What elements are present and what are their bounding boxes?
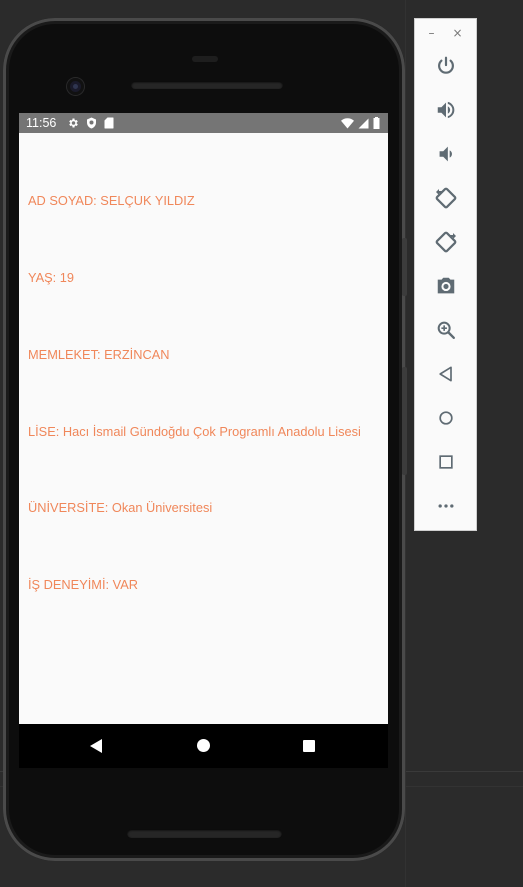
power-side-button[interactable] bbox=[402, 238, 407, 296]
sd-card-icon bbox=[104, 117, 114, 129]
bottom-speaker bbox=[127, 829, 282, 838]
work-experience-text: İŞ DENEYİMİ: VAR bbox=[28, 577, 138, 592]
earpiece bbox=[192, 56, 218, 62]
status-time: 11:56 bbox=[26, 116, 57, 130]
home-button[interactable] bbox=[415, 403, 476, 433]
top-speaker bbox=[131, 81, 283, 89]
hometown-text: MEMLEKET: ERZİNCAN bbox=[28, 347, 170, 362]
age-text: YAŞ: 19 bbox=[28, 270, 75, 285]
minimize-button[interactable]: – bbox=[428, 26, 434, 40]
university-text: ÜNİVERSİTE: Okan Üniversitesi bbox=[28, 500, 213, 515]
status-bar: 11:56 bbox=[19, 113, 388, 133]
volume-side-button[interactable] bbox=[402, 367, 407, 475]
recents-icon[interactable] bbox=[303, 740, 315, 752]
wifi-icon bbox=[341, 117, 354, 129]
camera-icon bbox=[437, 277, 454, 294]
cellular-signal-icon bbox=[358, 118, 369, 129]
more-button[interactable] bbox=[415, 491, 476, 521]
screenshot-button[interactable] bbox=[415, 271, 476, 301]
emulator-toolbar: – × bbox=[414, 18, 477, 531]
home-icon[interactable] bbox=[197, 739, 210, 752]
zoom-icon bbox=[437, 321, 455, 339]
gear-icon bbox=[67, 117, 79, 129]
power-icon bbox=[437, 56, 454, 74]
back-button[interactable] bbox=[415, 359, 476, 389]
volume-down-button[interactable] bbox=[415, 139, 476, 169]
shield-icon bbox=[86, 117, 97, 129]
more-icon bbox=[438, 504, 453, 508]
battery-icon bbox=[373, 117, 380, 129]
power-button[interactable] bbox=[415, 51, 476, 81]
volume-up-button[interactable] bbox=[415, 95, 476, 125]
home-icon bbox=[438, 411, 453, 425]
volume-down-icon bbox=[439, 146, 452, 162]
rotate-left-icon bbox=[435, 187, 456, 209]
high-school-text: LİSE: Hacı İsmail Gündoğdu Çok Programlı… bbox=[28, 424, 361, 439]
profile-list: AD SOYAD: SELÇUK YILDIZ YAŞ: 19 MEMLEKET… bbox=[19, 133, 388, 724]
close-button[interactable]: × bbox=[452, 26, 462, 40]
volume-up-icon bbox=[437, 101, 454, 119]
back-icon bbox=[438, 366, 452, 382]
overview-icon bbox=[438, 455, 453, 469]
rotate-left-button[interactable] bbox=[415, 183, 476, 213]
overview-button[interactable] bbox=[415, 447, 476, 477]
name-text: AD SOYAD: SELÇUK YILDIZ bbox=[28, 193, 195, 208]
back-icon[interactable] bbox=[90, 739, 102, 753]
zoom-button[interactable] bbox=[415, 315, 476, 345]
navigation-bar bbox=[19, 724, 388, 768]
front-camera bbox=[67, 78, 84, 95]
rotate-right-icon bbox=[435, 231, 456, 253]
rotate-right-button[interactable] bbox=[415, 227, 476, 257]
device-screen: 11:56 AD SOYAD: SELÇUK YILDIZ YAŞ: 19 ME… bbox=[19, 113, 388, 724]
